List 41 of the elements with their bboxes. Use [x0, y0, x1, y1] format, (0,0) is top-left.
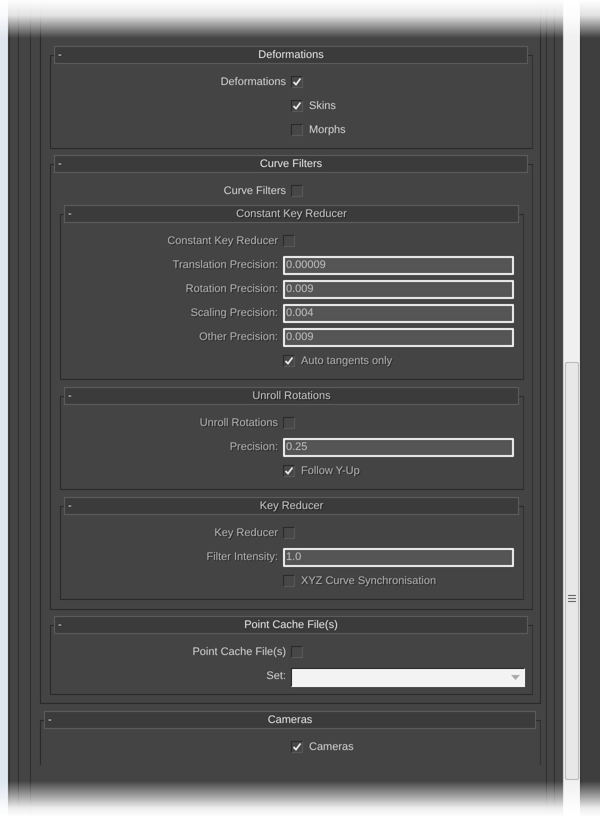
checkbox[interactable] — [291, 185, 303, 197]
checkbox-label: Skins — [309, 100, 336, 112]
field-label: Rotation Precision: — [186, 283, 278, 295]
dropdown-label: Set: — [266, 670, 286, 682]
checkbox-label: Curve Filters — [224, 185, 286, 197]
field-label: Translation Precision: — [172, 259, 278, 271]
scrollbar[interactable] — [563, 0, 580, 817]
rollout-title: Cameras — [268, 714, 312, 726]
collapse-button[interactable]: - — [58, 616, 62, 634]
checkbox-label: Constant Key Reducer — [167, 235, 278, 247]
dropdown[interactable] — [291, 668, 525, 687]
caret-icon — [511, 675, 520, 680]
grip-icon — [568, 595, 576, 602]
collapse-button[interactable]: - — [58, 155, 62, 173]
rollout-title: Constant Key Reducer — [236, 208, 347, 220]
checkbox[interactable] — [291, 741, 303, 753]
checkbox-label: Auto tangents only — [301, 355, 392, 367]
checkbox-label: XYZ Curve Synchronisation — [301, 575, 436, 587]
collapse-button[interactable]: - — [58, 46, 62, 64]
checkbox[interactable] — [291, 76, 303, 88]
field-label: Filter Intensity: — [206, 551, 278, 563]
checkbox-label: Follow Y-Up — [301, 465, 360, 477]
collapse-button[interactable]: - — [48, 711, 52, 729]
rollout-title: Key Reducer — [260, 500, 324, 512]
checkbox[interactable] — [291, 100, 303, 112]
checkbox-label: Morphs — [309, 124, 346, 136]
checkbox[interactable] — [291, 646, 303, 658]
rollout-title: Point Cache File(s) — [244, 619, 338, 631]
rollout-title: Curve Filters — [260, 158, 322, 170]
field-label: Scaling Precision: — [190, 307, 278, 319]
checkbox-label: Cameras — [309, 741, 354, 753]
rollout-title: Unroll Rotations — [252, 390, 331, 402]
checkbox-label: Deformations — [220, 76, 286, 88]
checkbox-label: Key Reducer — [214, 527, 278, 539]
field-label: Other Precision: — [199, 331, 278, 343]
checkbox[interactable] — [291, 124, 303, 136]
rollout-title: Deformations — [258, 49, 324, 61]
field-label: Precision: — [230, 441, 278, 453]
checkbox-label: Unroll Rotations — [200, 417, 278, 429]
scrollbar-thumb[interactable] — [565, 362, 579, 780]
checkbox-label: Point Cache File(s) — [192, 646, 286, 658]
